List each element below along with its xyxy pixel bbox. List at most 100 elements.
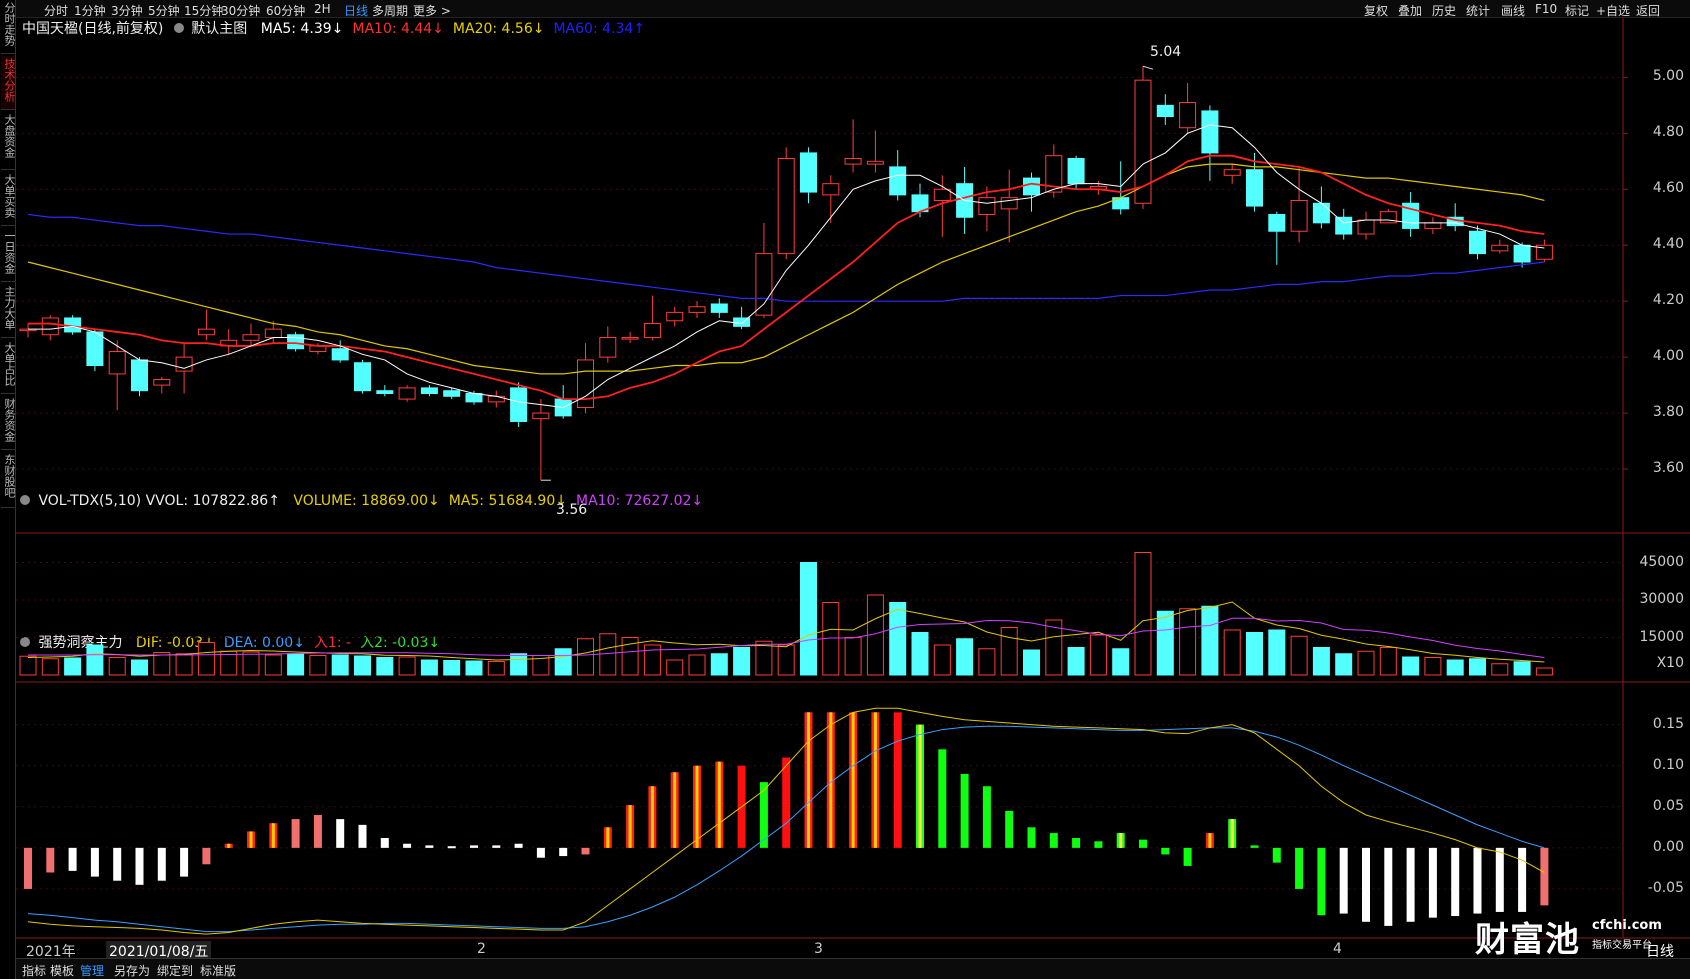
macd-histogram-bar: [782, 757, 791, 848]
bottom-tool-2[interactable]: 管理: [80, 962, 104, 979]
price-tick-label: 4.00: [1652, 348, 1684, 365]
candle-down: [710, 303, 728, 313]
bottom-tool-0[interactable]: 指标: [22, 962, 46, 979]
volume-bar: [331, 654, 349, 676]
candle-up: [755, 253, 773, 316]
candle-up: [264, 328, 282, 339]
watermark-brand: 财富池: [1475, 920, 1580, 960]
volume-bar: [41, 658, 59, 676]
volume-bar: [554, 648, 572, 676]
volume-tick-label: 15000: [1639, 628, 1684, 645]
volume-bar: [889, 602, 907, 676]
macd-histogram-bar: [1428, 847, 1437, 918]
volume-bar: [86, 644, 104, 676]
candle-up: [487, 395, 505, 403]
macd-tick-label: 0.00: [1652, 838, 1684, 855]
candle-up: [108, 351, 126, 375]
macd-histogram-bar: [447, 846, 456, 849]
volume-bar: [733, 647, 751, 676]
volume-bar: [1089, 634, 1107, 676]
macd-histogram-bar: [380, 838, 389, 848]
volume-bar: [19, 655, 37, 676]
volume-bar: [443, 660, 461, 676]
macd-histogram-bar: [46, 847, 55, 873]
volume-bar: [1335, 653, 1353, 676]
volume-bar: [577, 638, 594, 676]
macd-histogram-bar: [1473, 847, 1482, 914]
macd-histogram-bar: [1005, 810, 1014, 848]
macd-histogram-core: [695, 765, 699, 848]
candle-up: [197, 328, 215, 336]
watermark-tagline: 指标交易平台: [1592, 940, 1652, 951]
macd-histogram-bar: [1072, 838, 1081, 848]
candle-down: [1268, 213, 1286, 232]
macd-histogram-core: [1119, 833, 1123, 848]
candle-up: [1357, 219, 1375, 235]
candle-up: [1134, 79, 1152, 204]
candle-up: [844, 158, 862, 165]
macd-histogram-bar: [403, 843, 412, 848]
volume-bar: [1290, 635, 1308, 676]
volume-bar: [1535, 667, 1553, 676]
macd-histogram-core: [1208, 833, 1212, 848]
volume-tick-label: 30000: [1639, 591, 1684, 607]
macd-histogram-bar: [1362, 847, 1370, 922]
volume-bar: [688, 654, 706, 676]
price-tick-label: 3.80: [1652, 404, 1684, 421]
candle-up: [777, 158, 795, 255]
candle-up: [688, 306, 706, 313]
volume-bar: [1402, 656, 1420, 676]
macd-histogram-core: [851, 712, 855, 848]
volume-bar: [1446, 659, 1464, 676]
macd-histogram-core: [271, 823, 275, 848]
candle-up: [1179, 102, 1197, 129]
macd-histogram-bar: [202, 847, 211, 865]
low-price-marker: 3.56: [556, 502, 588, 518]
bottom-tool-4[interactable]: 绑定到: [157, 962, 193, 979]
bottom-tool-5[interactable]: 标准版: [200, 962, 236, 979]
candle-up: [532, 412, 550, 420]
candle-up: [666, 311, 684, 322]
volume-bar: [1268, 629, 1286, 676]
volume-bar: [1000, 627, 1018, 676]
macd-histogram-bar: [336, 819, 345, 848]
bottom-tool-3[interactable]: 另存为: [114, 962, 150, 979]
macd-histogram-bar: [1451, 847, 1460, 917]
candle-down: [510, 387, 528, 422]
volume-bar: [1491, 663, 1509, 676]
bottom-tool-1[interactable]: 模板: [50, 962, 74, 979]
macd-histogram-core: [673, 772, 677, 848]
volume-bar: [108, 657, 126, 676]
volume-bar: [844, 637, 862, 676]
macd-histogram-bar: [1339, 847, 1348, 914]
volume-bar: [1246, 632, 1263, 676]
volume-bar: [933, 644, 951, 676]
macd-histogram-core: [606, 827, 610, 848]
candle-up: [1290, 199, 1308, 232]
candle-up: [866, 160, 884, 165]
macd-histogram-bar: [1183, 847, 1192, 866]
volume-bar: [1223, 629, 1241, 676]
kline-chart[interactable]: [0, 0, 1690, 979]
macd-histogram-bar: [113, 847, 122, 881]
bottom-toolbar: 指标 模板 管理 另存为 绑定到 标准版: [16, 958, 1690, 979]
macd-histogram-bar: [1161, 847, 1170, 855]
macd-tick-label: 0.05: [1652, 797, 1684, 814]
macd-tick-label: -0.05: [1647, 879, 1684, 896]
candle-up: [1491, 244, 1509, 252]
candle-up: [153, 379, 171, 386]
candle-up: [1424, 222, 1442, 229]
macd-histogram-bar: [1295, 847, 1304, 889]
volume-bar: [911, 632, 929, 676]
price-tick-label: 3.60: [1652, 460, 1684, 477]
macd-histogram-bar: [893, 712, 902, 848]
candle-up: [41, 317, 59, 336]
volume-tick-label: X10: [1656, 655, 1684, 671]
candle-up: [978, 197, 996, 215]
macd-histogram-core: [717, 761, 721, 848]
macd-histogram-bar: [492, 845, 501, 848]
macd-histogram-bar: [1406, 847, 1415, 922]
volume-bar: [777, 644, 795, 676]
candle-up: [643, 323, 661, 339]
candle-down: [354, 362, 371, 392]
